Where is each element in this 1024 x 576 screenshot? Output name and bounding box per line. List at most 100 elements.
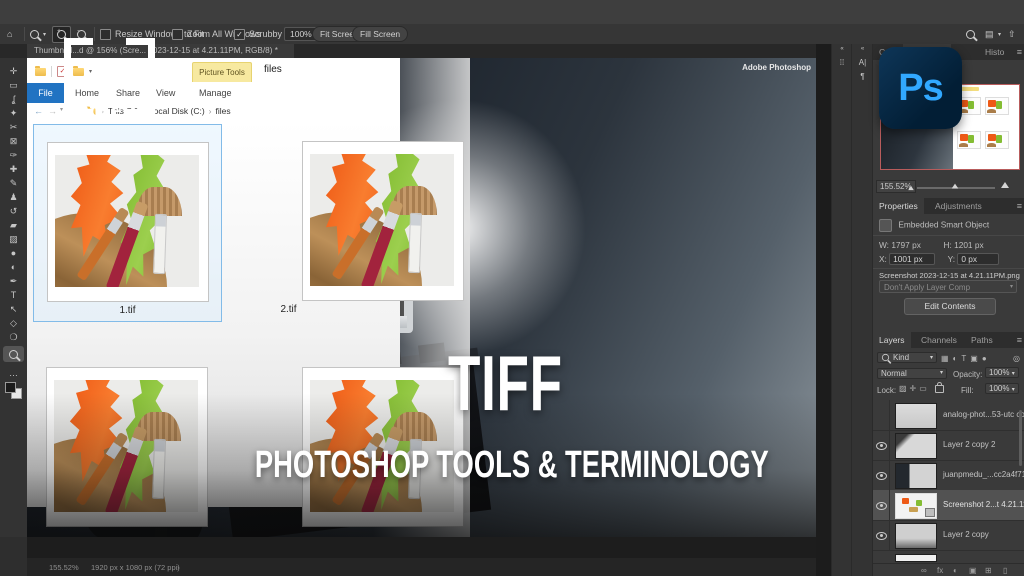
hand-tool[interactable]: ❍ [0, 330, 27, 344]
file-tile-1[interactable]: 1.tif [33, 124, 222, 322]
eye-icon [876, 502, 887, 510]
panel-menu-icon[interactable]: ≡ [1017, 47, 1022, 57]
visibility-toggle[interactable] [873, 520, 890, 550]
layer-row[interactable]: analog-phot...53-utc copy [873, 400, 1024, 431]
photoshop-logo: Ps [879, 47, 962, 129]
healing-brush-tool[interactable]: ✚ [0, 162, 27, 176]
visibility-toggle[interactable] [873, 490, 890, 520]
layer-thumbnail[interactable] [895, 493, 937, 519]
layer-row[interactable]: juanpmedu_...cc2a4f71_2 [873, 460, 1024, 491]
share-icon[interactable]: ⇧ [1008, 24, 1016, 44]
layer-comp-dropdown[interactable]: Don't Apply Layer Comp ▾ [879, 280, 1017, 293]
lasso-tool[interactable]: ʆ [0, 92, 27, 106]
slider-thumb-icon[interactable] [952, 184, 958, 189]
layer-style-icon[interactable]: fx [937, 566, 943, 575]
paragraph-panel-icon[interactable]: ¶ [852, 72, 873, 81]
zoom-in-triangle-icon[interactable] [1001, 182, 1009, 188]
file-thumbnail [302, 141, 400, 301]
visibility-toggle[interactable] [873, 460, 890, 490]
blend-mode-dropdown[interactable]: Normal▾ [877, 368, 947, 379]
layer-thumbnail[interactable] [895, 403, 937, 429]
layer-name: Layer 2 copy 2 [943, 440, 995, 449]
eraser-tool[interactable]: ▰ [0, 218, 27, 232]
workspace-icon[interactable]: ▤ [985, 24, 994, 44]
divider [873, 235, 1024, 236]
dodge-tool[interactable]: ◐ [0, 260, 27, 274]
adjustment-layer-icon[interactable]: ◐ [953, 566, 958, 575]
tab-adjustments[interactable]: Adjustments [929, 198, 988, 214]
shape-tool[interactable]: ◇ [0, 316, 27, 330]
layer-row-selected[interactable]: Screenshot 2...t 4.21.11PM [873, 490, 1024, 521]
character-panel-icon[interactable]: A| [852, 58, 873, 67]
layer-row[interactable]: Layer 2 copy [873, 520, 1024, 551]
zoom-out-triangle-icon[interactable] [908, 186, 914, 190]
y-position-field[interactable]: 0 px [957, 253, 999, 265]
move-tool[interactable]: ✛ [0, 64, 27, 78]
edit-contents-button[interactable]: Edit Contents [904, 298, 996, 315]
zoom-tool-selected[interactable] [3, 346, 24, 362]
type-tool[interactable]: T [0, 288, 27, 302]
layer-filter-dropdown[interactable]: Kind▾ [877, 352, 937, 364]
marquee-tool[interactable]: ▭ [0, 78, 27, 92]
file-tile-2[interactable]: 2.tif [289, 124, 400, 320]
pen-tool[interactable]: ✒ [0, 274, 27, 288]
search-icon[interactable] [966, 24, 975, 44]
layer-row-partial[interactable] [873, 550, 1024, 563]
smart-object-row: Embedded Smart Object [879, 219, 989, 232]
layer-thumbnail[interactable] [895, 523, 937, 549]
new-group-icon[interactable]: ▣ [969, 566, 977, 575]
crop-tool[interactable]: ✂ [0, 120, 27, 134]
panel-menu-icon[interactable]: ≡ [1017, 201, 1022, 211]
clone-stamp-tool[interactable]: ♟ [0, 190, 27, 204]
tab-histogram[interactable]: Histo [979, 44, 1010, 60]
new-layer-icon[interactable]: ⊞ [985, 566, 992, 575]
eyedropper-tool[interactable]: ✑ [0, 148, 27, 162]
zoom-tool-icon[interactable]: ▾ [30, 24, 46, 44]
chevron-down-icon[interactable]: ▾ [998, 24, 1001, 44]
lock-option-icons[interactable]: ▨✛▭ [899, 384, 930, 393]
layer-filter-icons[interactable]: ▦◐T▣● [941, 354, 991, 363]
layer-name: analog-phot...53-utc copy [943, 410, 1024, 419]
link-layers-icon[interactable]: ∞ [921, 566, 927, 575]
status-zoom-level[interactable]: 155.52% [49, 563, 79, 572]
foreground-color-swatch[interactable] [5, 382, 16, 393]
home-icon[interactable]: ⌂ [7, 24, 12, 44]
layer-row[interactable]: Layer 2 copy 2 [873, 430, 1024, 461]
pasteboard [816, 44, 831, 576]
status-chevron-icon[interactable]: › [177, 563, 180, 572]
layer-thumbnail[interactable] [895, 554, 937, 562]
tab-layers[interactable]: Layers [873, 332, 911, 348]
filter-pin-icon[interactable]: ◎ [1013, 354, 1020, 363]
layer-thumbnail[interactable] [895, 463, 937, 489]
visibility-toggle[interactable] [873, 430, 890, 460]
tab-properties[interactable]: Properties [873, 198, 924, 214]
path-select-tool[interactable]: ↖ [0, 302, 27, 316]
gradient-tool[interactable]: ▨ [0, 232, 27, 246]
x-position-field[interactable]: 1001 px [889, 253, 935, 265]
quick-selection-tool[interactable]: ✦ [0, 106, 27, 120]
tab-paths[interactable]: Paths [965, 332, 999, 348]
menu-bar [0, 0, 1024, 25]
nested-window-title: Adobe Photoshop [742, 63, 811, 72]
more-tools-icon[interactable]: … [0, 366, 27, 380]
layer-thumbnail[interactable] [895, 433, 937, 459]
fill-screen-button[interactable]: Fill Screen [352, 24, 408, 44]
status-doc-info[interactable]: 1920 px x 1080 px (72 ppi) [91, 563, 180, 572]
blur-tool[interactable]: ● [0, 246, 27, 260]
delete-layer-icon[interactable]: ▯ [1003, 566, 1007, 575]
panel-menu-icon[interactable]: ≡ [1017, 335, 1022, 345]
tab-channels[interactable]: Channels [915, 332, 963, 348]
history-brush-tool[interactable]: ↺ [0, 204, 27, 218]
video-title: TIFF [448, 338, 563, 429]
opacity-dropdown[interactable]: 100% ▾ [985, 368, 1019, 377]
brushes-panel-icon[interactable]: ⁞⁞ [832, 58, 852, 67]
collapse-icon[interactable]: « [832, 46, 852, 52]
lock-all-icon[interactable] [935, 384, 944, 393]
fill-dropdown[interactable]: 100% ▾ [985, 384, 1019, 393]
brush-tool[interactable]: ✎ [0, 176, 27, 190]
visibility-toggle[interactable] [873, 400, 890, 430]
frame-tool[interactable]: ⊠ [0, 134, 27, 148]
layers-scrollbar[interactable] [1019, 410, 1022, 466]
preview-toolbar [959, 87, 979, 91]
collapse-icon[interactable]: « [852, 46, 873, 52]
